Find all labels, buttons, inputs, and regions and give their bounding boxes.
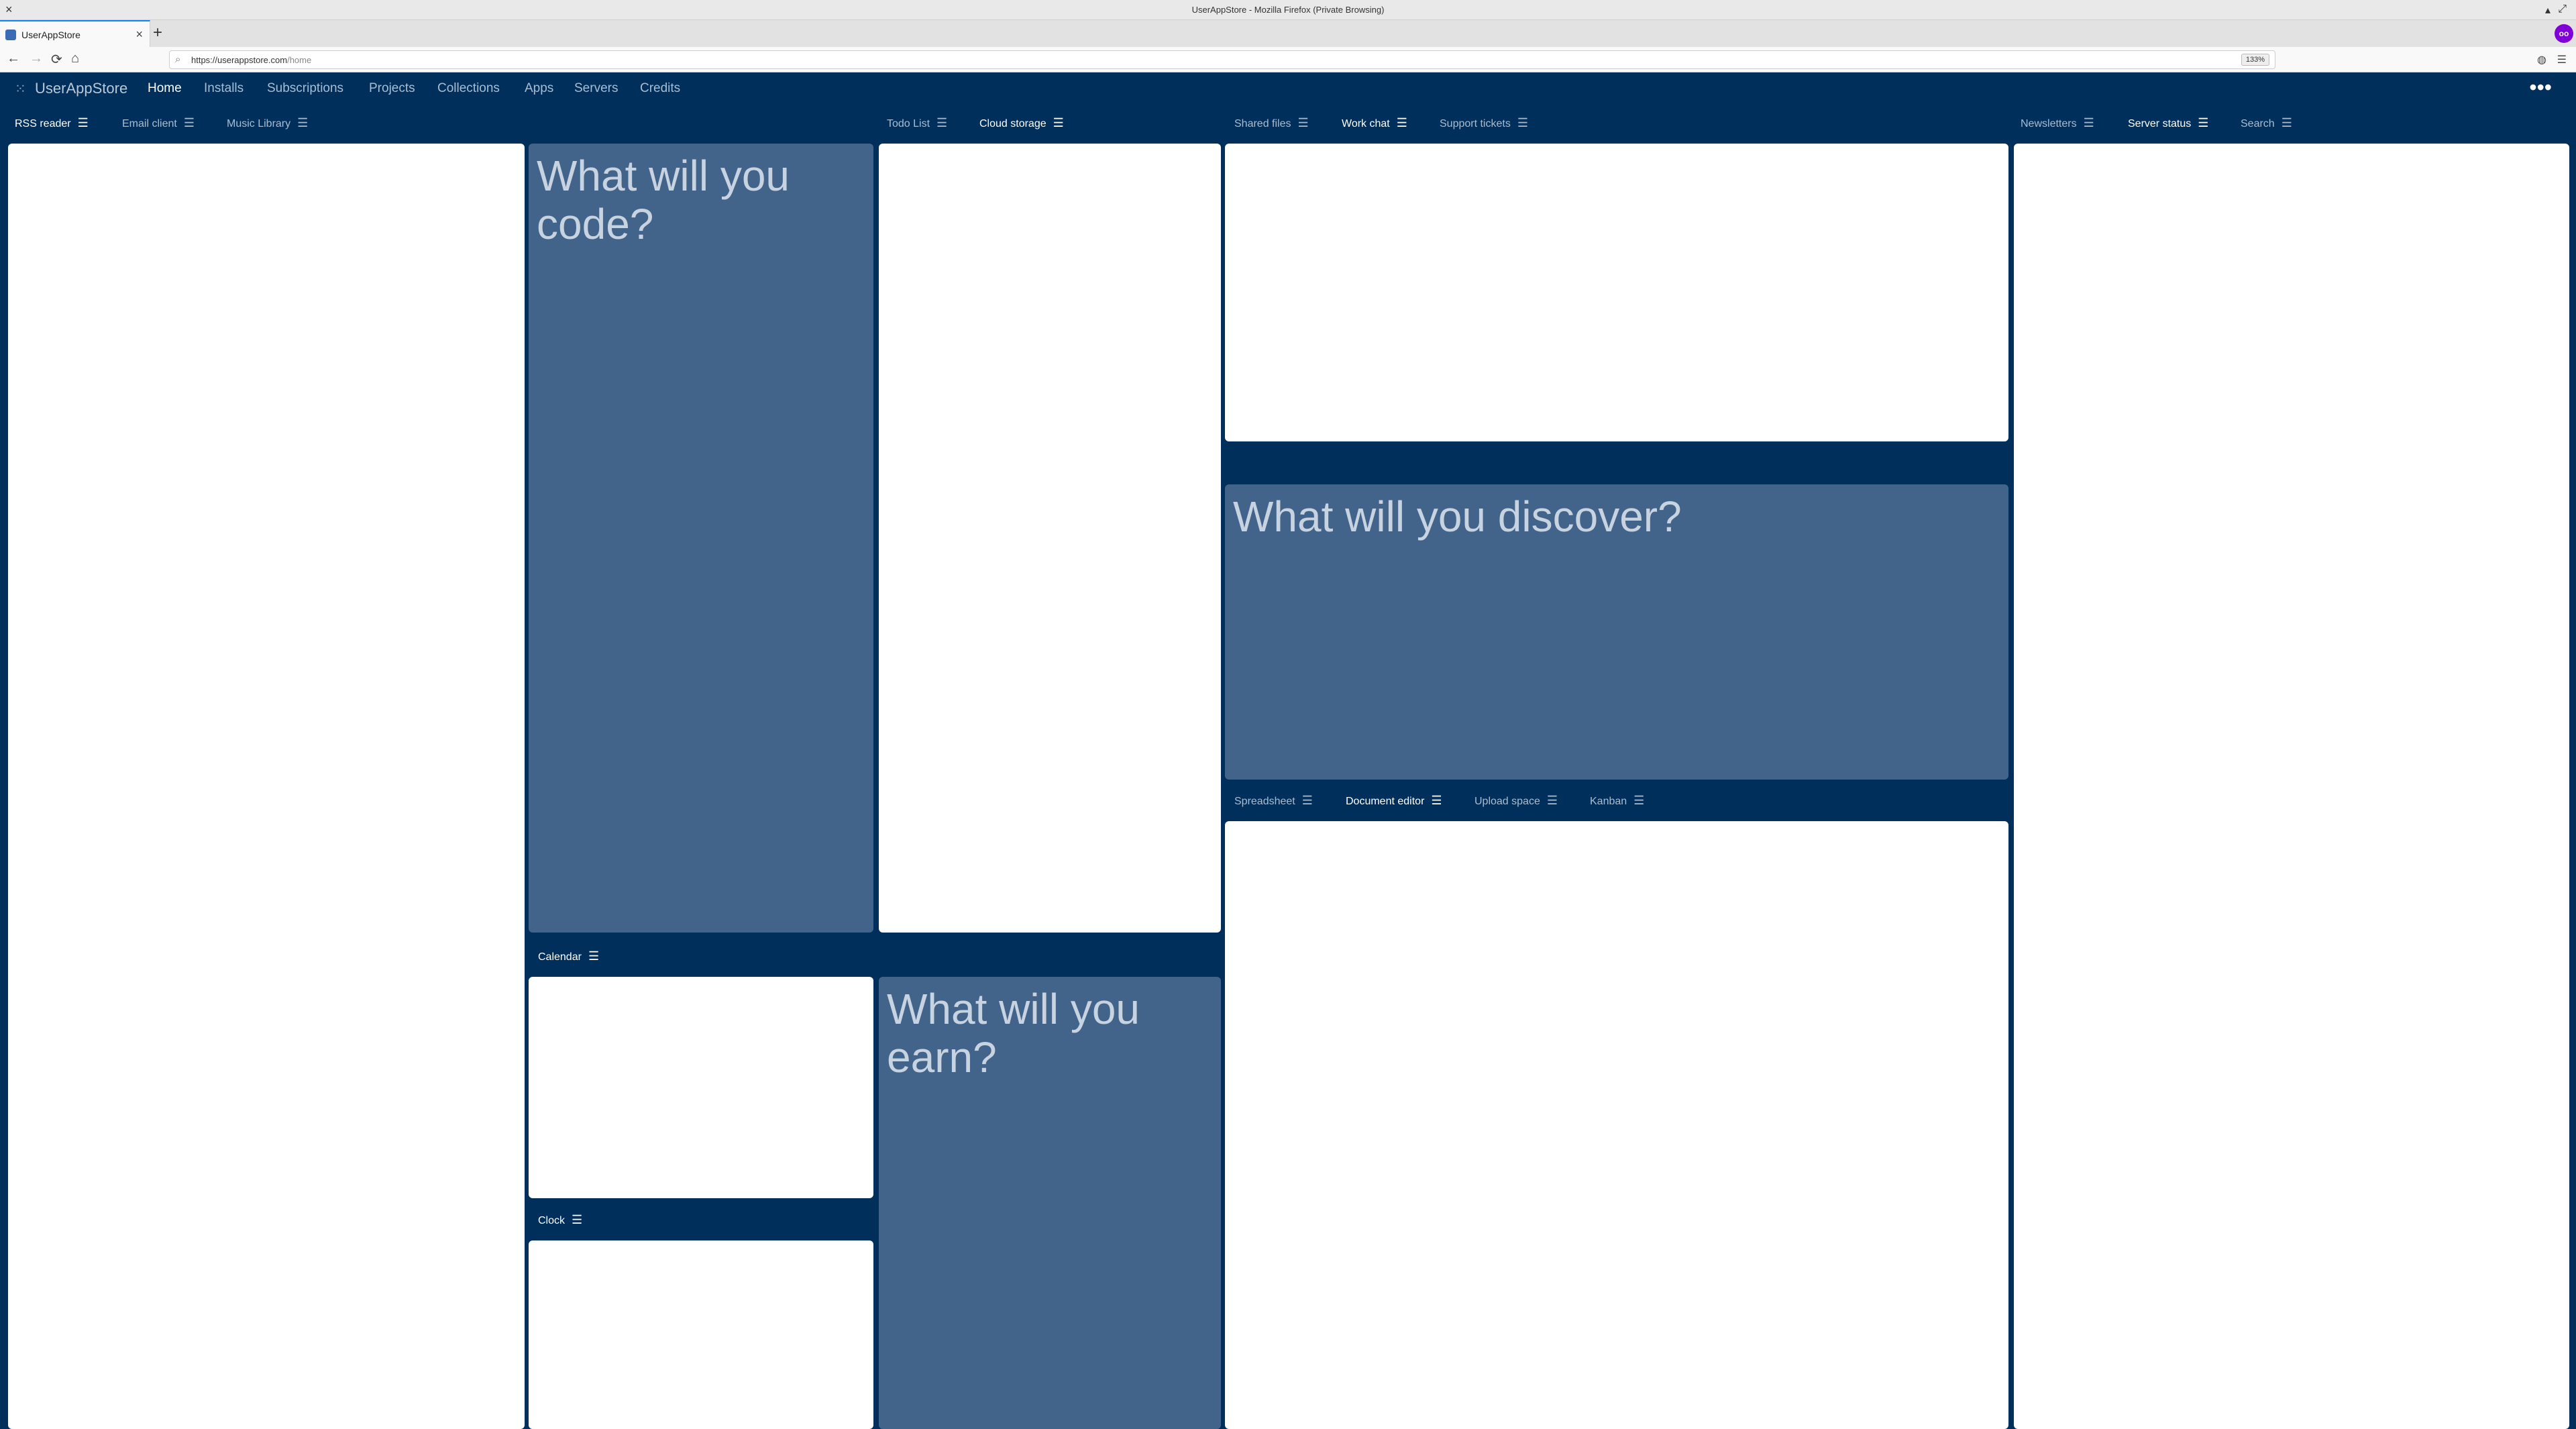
promo-earn: What will you earn? <box>879 977 1221 1429</box>
window-minimize-icon[interactable]: ▴ <box>2545 3 2551 17</box>
menu-icon[interactable]: ☰ <box>1633 794 1644 807</box>
menu-icon[interactable]: ☰ <box>1298 116 1309 129</box>
cloud-storage-panel[interactable] <box>879 144 1221 933</box>
nav-apps[interactable]: Apps <box>525 81 553 96</box>
tab-kanban[interactable]: Kanban ☰ <box>1590 794 1644 808</box>
tab-close-icon[interactable]: × <box>136 28 143 42</box>
menu-icon[interactable]: ☰ <box>572 1213 582 1226</box>
back-icon[interactable]: ← <box>7 51 20 66</box>
menu-icon[interactable]: ☰ <box>1053 116 1064 129</box>
nav-home[interactable]: Home <box>148 81 182 96</box>
tabrow-right: Newsletters ☰ Server status ☰ Search ☰ <box>2012 106 2576 140</box>
calendar-panel[interactable] <box>529 977 873 1198</box>
window-maximize-icon[interactable]: ⤢ <box>2558 3 2567 15</box>
tab-spreadsheet[interactable]: Spreadsheet ☰ <box>1234 794 1313 808</box>
server-status-panel[interactable] <box>2014 144 2569 1429</box>
private-browsing-icon: oo <box>2555 24 2573 43</box>
menu-icon[interactable]: ☰ <box>1547 794 1558 807</box>
tabrow-docs: Spreadsheet ☰ Document editor ☰ Upload spa… <box>1225 784 2010 817</box>
nav-installs[interactable]: Installs <box>204 81 244 96</box>
nav-projects[interactable]: Projects <box>369 81 415 96</box>
document-editor-panel[interactable] <box>1225 821 2008 1429</box>
tab-newsletters[interactable]: Newsletters ☰ <box>2021 116 2094 130</box>
tab-search[interactable]: Search ☰ <box>2241 116 2292 130</box>
menu-icon[interactable]: ☰ <box>936 116 947 129</box>
browser-tabbar: UserAppStore × + oo <box>0 20 2576 47</box>
clock-panel[interactable] <box>529 1240 873 1429</box>
nav-collections[interactable]: Collections <box>437 81 500 96</box>
tabrow-work: Shared files ☰ Work chat ☰ Support tickets… <box>1225 106 2010 140</box>
url-text: https://userappstore.com/home <box>191 55 312 65</box>
tab-calendar[interactable]: Calendar ☰ <box>538 949 599 963</box>
tab-email-client[interactable]: Email client ☰ <box>122 116 195 130</box>
tab-shared-files[interactable]: Shared files ☰ <box>1234 116 1309 130</box>
window-title: UserAppStore - Mozilla Firefox (Private … <box>1191 5 1385 15</box>
extension-icon[interactable]: ◍ <box>2537 53 2546 66</box>
hamburger-menu-icon[interactable]: ☰ <box>2557 53 2567 66</box>
tabrow-calendar: Calendar ☰ <box>529 939 877 973</box>
menu-icon[interactable]: ☰ <box>1431 794 1442 807</box>
tab-document-editor[interactable]: Document editor ☰ <box>1346 794 1442 808</box>
search-icon: ⌕ <box>175 54 181 65</box>
new-tab-icon[interactable]: + <box>153 23 162 42</box>
favicon-icon <box>5 30 16 40</box>
browser-tab[interactable]: UserAppStore × <box>0 20 150 47</box>
promo-discover: What will you discover? <box>1225 484 2008 780</box>
browser-navbar: ← → ⟳ ⌂ ⌕ https://userappstore.com/home … <box>0 47 2576 72</box>
tab-todo-list[interactable]: Todo List ☰ <box>887 116 947 130</box>
menu-icon[interactable]: ☰ <box>78 116 89 129</box>
tab-work-chat[interactable]: Work chat ☰ <box>1342 116 1407 130</box>
zoom-indicator[interactable]: 133% <box>2241 54 2269 66</box>
home-icon[interactable]: ⌂ <box>71 51 79 66</box>
tab-clock[interactable]: Clock ☰ <box>538 1213 582 1227</box>
menu-icon[interactable]: ☰ <box>184 116 195 129</box>
address-bar[interactable]: ⌕ https://userappstore.com/home 133% <box>169 50 2275 69</box>
nav-credits[interactable]: Credits <box>640 81 680 96</box>
menu-icon[interactable]: ☰ <box>588 949 599 963</box>
tab-rss-reader[interactable]: RSS reader ☰ <box>15 116 89 130</box>
menu-icon[interactable]: ☰ <box>2198 116 2208 129</box>
promo-code: What will you code? <box>529 144 873 933</box>
tabrow-center: Todo List ☰ Cloud storage ☰ <box>877 106 1226 140</box>
app-header: ⁙ UserAppStore Home Installs Subscriptio… <box>0 72 2576 106</box>
browser-tab-title: UserAppStore <box>21 30 80 40</box>
menu-icon[interactable]: ☰ <box>2084 116 2094 129</box>
work-chat-panel[interactable] <box>1225 144 2008 441</box>
nav-servers[interactable]: Servers <box>574 81 618 96</box>
menu-icon[interactable]: ☰ <box>297 116 308 129</box>
window-titlebar: × UserAppStore - Mozilla Firefox (Privat… <box>0 0 2576 20</box>
tab-server-status[interactable]: Server status ☰ <box>2128 116 2208 130</box>
reload-icon[interactable]: ⟳ <box>51 51 62 68</box>
tabrow-clock: Clock ☰ <box>529 1203 877 1236</box>
promo-code-text: What will you code? <box>537 152 790 248</box>
tab-upload-space[interactable]: Upload space ☰ <box>1474 794 1558 808</box>
promo-earn-text: What will you earn? <box>887 985 1140 1081</box>
tab-cloud-storage[interactable]: Cloud storage ☰ <box>979 116 1064 130</box>
grid-icon[interactable]: ⁙ <box>15 81 26 97</box>
tab-music-library[interactable]: Music Library ☰ <box>227 116 308 130</box>
more-icon[interactable]: ••• <box>2529 75 2552 100</box>
tabrow-left: RSS reader ☰ Email client ☰ Music Library ☰ <box>0 106 523 140</box>
brand-name[interactable]: UserAppStore <box>35 80 127 97</box>
menu-icon[interactable]: ☰ <box>2282 116 2292 129</box>
rss-reader-panel[interactable] <box>8 144 525 1429</box>
menu-icon[interactable]: ☰ <box>1397 116 1407 129</box>
menu-icon[interactable]: ☰ <box>1302 794 1313 807</box>
forward-icon[interactable]: → <box>30 51 43 66</box>
menu-icon[interactable]: ☰ <box>1517 116 1528 129</box>
promo-discover-text: What will you discover? <box>1233 492 1682 541</box>
tab-support-tickets[interactable]: Support tickets ☰ <box>1440 116 1528 130</box>
nav-subscriptions[interactable]: Subscriptions <box>267 81 343 96</box>
